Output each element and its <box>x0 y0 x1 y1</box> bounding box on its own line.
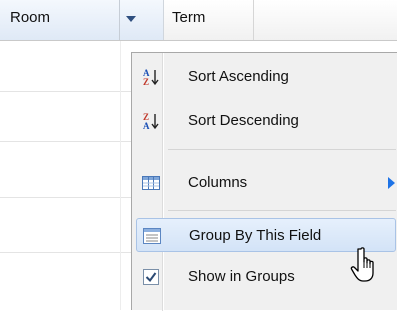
menu-item-label: Sort Ascending <box>188 68 289 85</box>
menu-item-label: Show in Groups <box>188 268 295 285</box>
group-by-icon <box>143 228 161 244</box>
columns-icon <box>142 176 160 190</box>
hand-pointer-cursor-icon <box>350 247 374 282</box>
menu-item-columns[interactable]: Columns <box>136 166 396 200</box>
menu-item-label: Sort Descending <box>188 112 299 129</box>
submenu-arrow-icon <box>388 177 395 189</box>
menu-separator <box>168 210 396 211</box>
svg-text:Z: Z <box>143 77 149 86</box>
sort-descending-icon: Z A <box>143 112 159 130</box>
menu-item-label: Group By This Field <box>189 227 322 244</box>
menu-item-label: Columns <box>188 174 248 191</box>
menu-separator <box>168 149 396 150</box>
checkbox-icon[interactable] <box>142 268 160 286</box>
menu-item-sort-ascending[interactable]: A Z Sort Ascending <box>136 60 396 94</box>
column-divider <box>120 41 121 310</box>
menu-item-sort-descending[interactable]: Z A Sort Descending <box>136 104 396 138</box>
sort-ascending-icon: A Z <box>143 68 159 86</box>
column-header-empty <box>254 0 397 40</box>
column-header-room-label: Room <box>10 9 51 26</box>
svg-text:A: A <box>143 121 150 130</box>
grid-header: Room Term <box>0 0 397 41</box>
column-header-term-label: Term <box>172 9 206 26</box>
chevron-down-icon[interactable] <box>126 16 136 22</box>
